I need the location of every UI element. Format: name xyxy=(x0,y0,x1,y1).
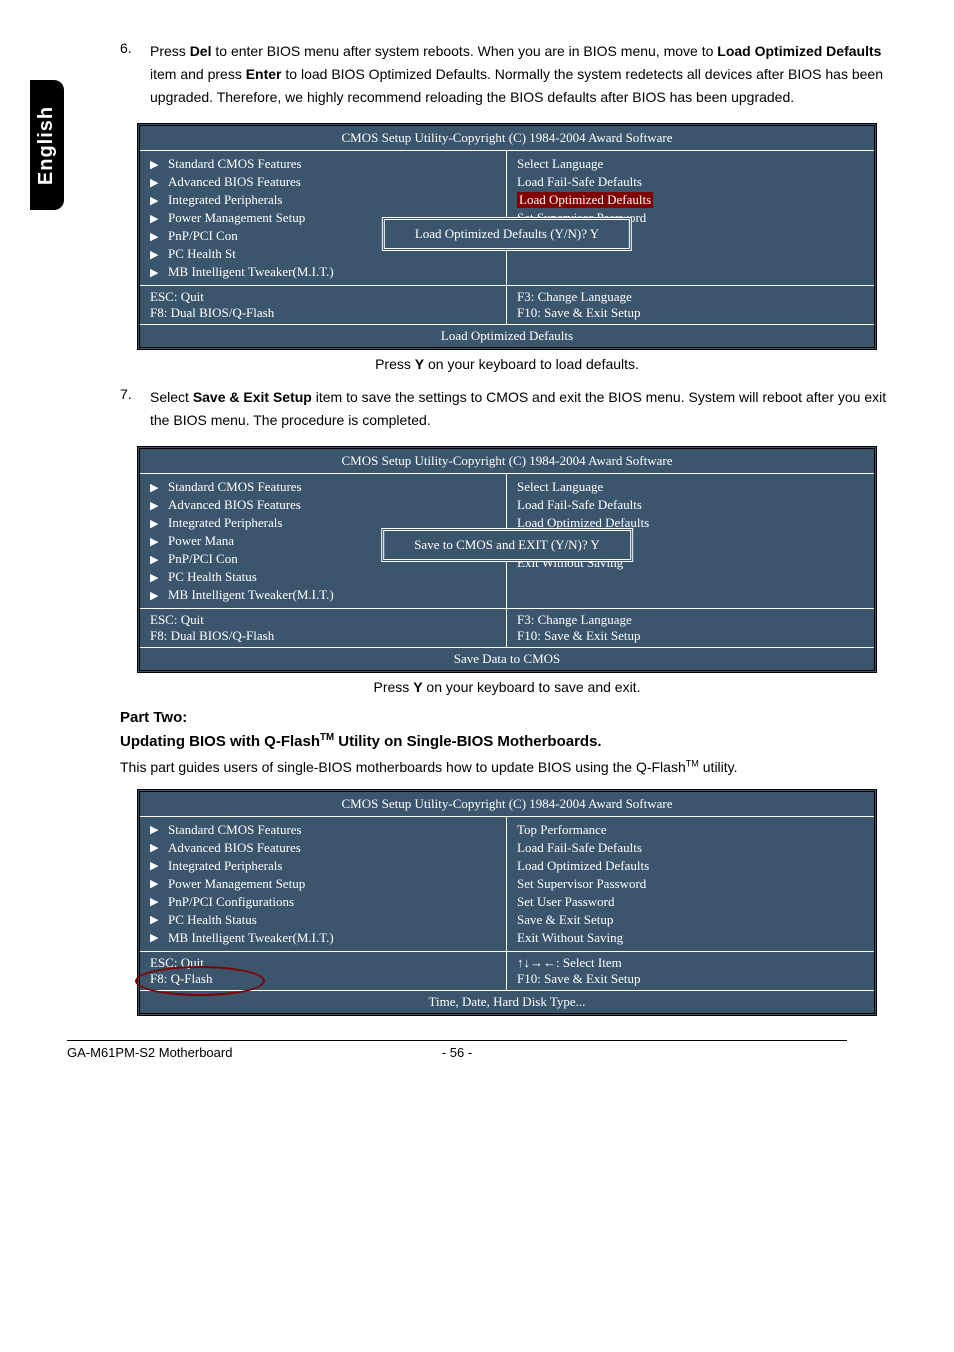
menu-item[interactable]: Integrated Peripherals xyxy=(168,192,282,208)
confirm-dialog[interactable]: Load Optimized Defaults (Y/N)? Y xyxy=(382,217,632,251)
menu-item[interactable]: Standard CMOS Features xyxy=(168,156,302,172)
menu-item[interactable]: Standard CMOS Features xyxy=(168,822,302,838)
menu-item[interactable]: Top Performance xyxy=(517,822,607,838)
key-hint: ESC: Quit xyxy=(150,955,496,971)
arrow-icon: ▶ xyxy=(150,230,168,243)
bios-screen-single-bios: CMOS Setup Utility-Copyright (C) 1984-20… xyxy=(137,789,877,1016)
language-tab-label: English xyxy=(36,105,59,184)
arrow-icon: ▶ xyxy=(150,841,168,854)
arrow-icon: ▶ xyxy=(150,823,168,836)
bios-screen-save-exit: CMOS Setup Utility-Copyright (C) 1984-20… xyxy=(137,446,877,673)
menu-item[interactable]: Power Management Setup xyxy=(168,210,305,226)
arrow-icon: ▶ xyxy=(150,499,168,512)
key-hint: F10: Save & Exit Setup xyxy=(517,628,864,644)
bios-footer: Save Data to CMOS xyxy=(140,647,874,670)
menu-item[interactable]: Load Optimized Defaults xyxy=(517,858,649,874)
arrow-icon: ▶ xyxy=(150,913,168,926)
key-hint: F8: Dual BIOS/Q-Flash xyxy=(150,305,496,321)
page-footer: GA-M61PM-S2 Motherboard - 56 - xyxy=(67,1040,847,1060)
menu-item[interactable]: PnP/PCI Configurations xyxy=(168,894,294,910)
arrow-icon: ▶ xyxy=(150,158,168,171)
menu-item[interactable]: Power Mana xyxy=(168,533,234,549)
key-hint: ESC: Quit xyxy=(150,612,496,628)
key-hint: F3: Change Language xyxy=(517,289,864,305)
menu-item-selected[interactable]: Load Optimized Defaults xyxy=(517,192,653,208)
menu-item[interactable]: PC Health Status xyxy=(168,569,257,585)
step-number-7: 7. xyxy=(120,386,150,432)
key-hint: F8: Q-Flash xyxy=(150,971,496,987)
menu-item[interactable]: Exit Without Saving xyxy=(517,930,623,946)
arrow-icon: ▶ xyxy=(150,212,168,225)
key-hint: ↑↓→←: Select Item xyxy=(517,955,864,971)
page-content: 6. Press Del to enter BIOS menu after sy… xyxy=(120,40,894,1016)
language-tab: English xyxy=(30,80,64,210)
menu-item[interactable]: MB Intelligent Tweaker(M.I.T.) xyxy=(168,264,334,280)
arrow-icon: ▶ xyxy=(150,248,168,261)
arrow-icon: ▶ xyxy=(150,553,168,566)
part-two-heading: Part Two: xyxy=(120,709,894,726)
model-name: GA-M61PM-S2 Motherboard xyxy=(67,1045,232,1060)
menu-item[interactable]: Save & Exit Setup xyxy=(517,912,613,928)
menu-item[interactable]: PC Health Status xyxy=(168,912,257,928)
menu-item[interactable]: MB Intelligent Tweaker(M.I.T.) xyxy=(168,587,334,603)
arrow-icon: ▶ xyxy=(150,535,168,548)
menu-item[interactable]: Integrated Peripherals xyxy=(168,515,282,531)
menu-item[interactable]: Set Supervisor Password xyxy=(517,876,646,892)
arrow-icon: ▶ xyxy=(150,571,168,584)
menu-item[interactable]: MB Intelligent Tweaker(M.I.T.) xyxy=(168,930,334,946)
arrow-icon: ▶ xyxy=(150,481,168,494)
arrow-icon: ▶ xyxy=(150,194,168,207)
key-hint: F10: Save & Exit Setup xyxy=(517,971,864,987)
bios-footer: Load Optimized Defaults xyxy=(140,324,874,347)
key-hint: F10: Save & Exit Setup xyxy=(517,305,864,321)
bios-title: CMOS Setup Utility-Copyright (C) 1984-20… xyxy=(140,449,874,474)
menu-item[interactable]: PnP/PCI Con xyxy=(168,228,238,244)
bios-footer: Time, Date, Hard Disk Type... xyxy=(140,990,874,1013)
step-7-body: Select Save & Exit Setup item to save th… xyxy=(150,386,894,432)
menu-item[interactable]: Load Fail-Safe Defaults xyxy=(517,497,642,513)
menu-item[interactable]: Advanced BIOS Features xyxy=(168,174,301,190)
bios-title: CMOS Setup Utility-Copyright (C) 1984-20… xyxy=(140,126,874,151)
menu-item[interactable]: Integrated Peripherals xyxy=(168,858,282,874)
menu-item[interactable]: Load Fail-Safe Defaults xyxy=(517,840,642,856)
bios-screen-load-defaults: CMOS Setup Utility-Copyright (C) 1984-20… xyxy=(137,123,877,350)
arrow-icon: ▶ xyxy=(150,859,168,872)
step-number-6: 6. xyxy=(120,40,150,109)
menu-item[interactable]: PC Health St xyxy=(168,246,236,262)
menu-item[interactable]: Standard CMOS Features xyxy=(168,479,302,495)
part-two-paragraph: This part guides users of single-BIOS mo… xyxy=(120,756,894,778)
arrow-icon: ▶ xyxy=(150,176,168,189)
arrow-icon: ▶ xyxy=(150,895,168,908)
arrow-icon: ▶ xyxy=(150,517,168,530)
menu-item[interactable]: Set User Password xyxy=(517,894,615,910)
arrow-icon: ▶ xyxy=(150,877,168,890)
arrow-icon: ▶ xyxy=(150,266,168,279)
menu-item[interactable]: Load Fail-Safe Defaults xyxy=(517,174,642,190)
page-number: - 56 - xyxy=(442,1045,472,1060)
key-hint: F3: Change Language xyxy=(517,612,864,628)
arrow-icon: ▶ xyxy=(150,931,168,944)
caption-load-defaults: Press Y on your keyboard to load default… xyxy=(120,356,894,372)
menu-item[interactable]: Advanced BIOS Features xyxy=(168,840,301,856)
confirm-dialog[interactable]: Save to CMOS and EXIT (Y/N)? Y xyxy=(381,528,633,562)
menu-item[interactable]: Select Language xyxy=(517,156,603,172)
part-two-subheading: Updating BIOS with Q-FlashTM Utility on … xyxy=(120,732,894,750)
step-6-body: Press Del to enter BIOS menu after syste… xyxy=(150,40,894,109)
arrow-icon: ▶ xyxy=(150,589,168,602)
key-hint: ESC: Quit xyxy=(150,289,496,305)
bios-title: CMOS Setup Utility-Copyright (C) 1984-20… xyxy=(140,792,874,817)
menu-item[interactable]: Advanced BIOS Features xyxy=(168,497,301,513)
caption-save-exit: Press Y on your keyboard to save and exi… xyxy=(120,679,894,695)
key-hint: F8: Dual BIOS/Q-Flash xyxy=(150,628,496,644)
menu-item[interactable]: Power Management Setup xyxy=(168,876,305,892)
menu-item[interactable]: Select Language xyxy=(517,479,603,495)
menu-item[interactable]: PnP/PCI Con xyxy=(168,551,238,567)
